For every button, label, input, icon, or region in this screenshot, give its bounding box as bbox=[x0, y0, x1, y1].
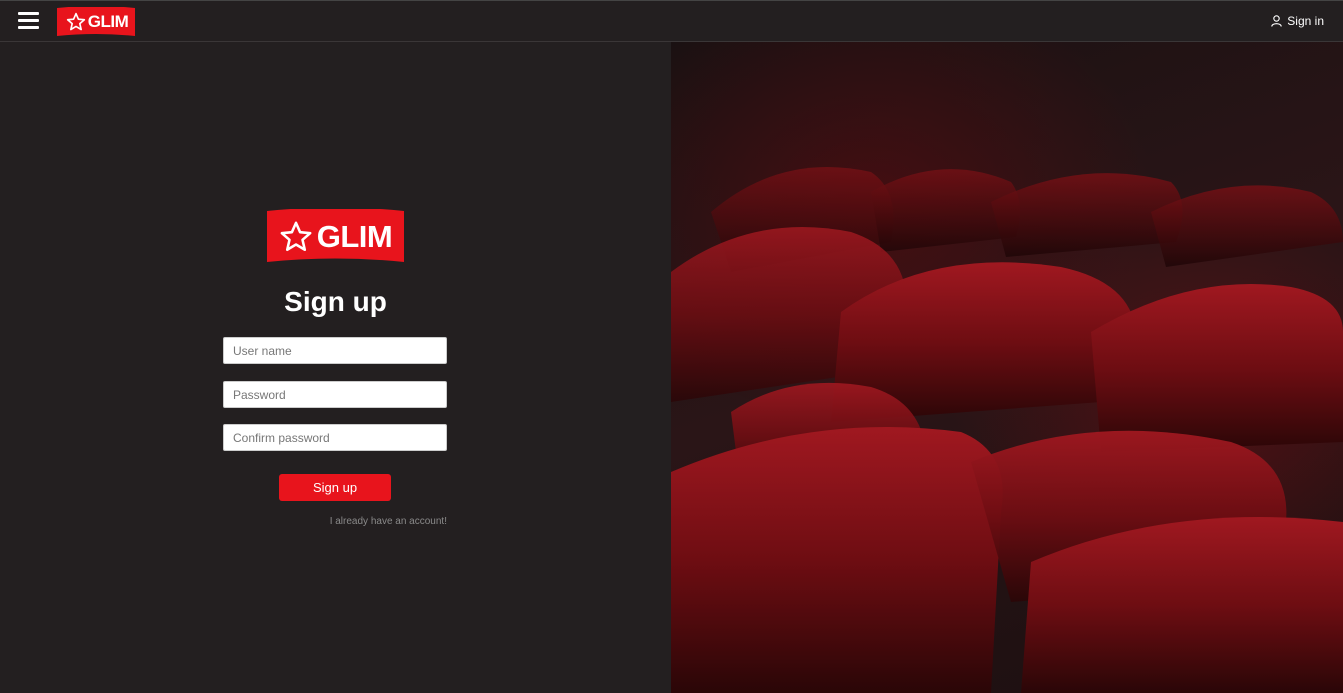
existing-account-link[interactable]: I already have an account! bbox=[330, 516, 447, 527]
header-logo[interactable]: GLIM bbox=[57, 7, 135, 37]
cinema-seats-image bbox=[671, 42, 1343, 693]
signup-button[interactable]: Sign up bbox=[279, 474, 391, 501]
signup-panel bbox=[0, 42, 671, 693]
form-logo-text: GLIM bbox=[316, 218, 393, 254]
confirm-password-input[interactable] bbox=[223, 424, 447, 451]
form-logo: GLIM bbox=[267, 209, 404, 264]
page-title: Sign up bbox=[284, 286, 387, 317]
password-input[interactable] bbox=[223, 381, 447, 408]
username-input[interactable] bbox=[223, 337, 447, 364]
top-navbar: GLIM Sign in bbox=[0, 0, 1343, 42]
header-logo-text: GLIM bbox=[87, 12, 129, 31]
star-icon bbox=[280, 221, 312, 251]
user-icon bbox=[1271, 15, 1283, 27]
hamburger-menu-icon[interactable] bbox=[18, 11, 39, 31]
signin-link[interactable]: Sign in bbox=[1271, 14, 1324, 28]
star-icon bbox=[66, 12, 85, 31]
signin-label: Sign in bbox=[1287, 14, 1324, 28]
seats-illustration bbox=[671, 167, 1343, 693]
